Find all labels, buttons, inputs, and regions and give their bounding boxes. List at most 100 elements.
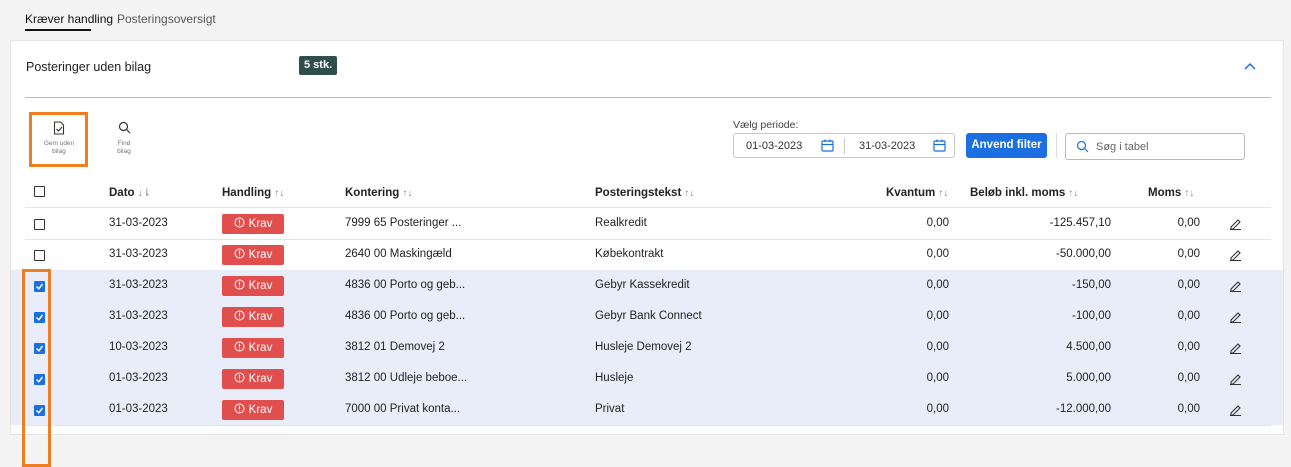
apply-filter-button[interactable]: Anvend filter bbox=[966, 133, 1047, 158]
posteringer-card: Posteringer uden bilag 5 stk. Gem uden b… bbox=[10, 40, 1284, 467]
header-divider bbox=[25, 97, 1271, 98]
search-icon bbox=[118, 121, 130, 134]
column-header-dato[interactable]: Dato ↓⇂ bbox=[109, 187, 151, 199]
cell-kvantum: 0,00 bbox=[926, 341, 949, 353]
table-row[interactable]: 31-03-2023 Krav 7999 65 Posteringer ... Rea… bbox=[11, 208, 1283, 239]
tab-kraever-handling[interactable]: Kræver handling bbox=[25, 12, 113, 26]
date-to-input[interactable]: 31-03-2023 bbox=[859, 140, 915, 152]
alert-circle-icon bbox=[234, 372, 245, 383]
column-header-posteringstekst[interactable]: Posteringstekst ↑↓ bbox=[595, 187, 694, 199]
column-header-kvantum[interactable]: Kvantum ↑↓ bbox=[886, 187, 948, 199]
edit-icon[interactable] bbox=[1229, 341, 1242, 354]
date-range-picker: 01-03-2023 31-03-2023 bbox=[733, 133, 955, 158]
cell-dato: 01-03-2023 bbox=[109, 372, 168, 384]
badge-label: Krav bbox=[248, 342, 273, 354]
chevron-up-icon bbox=[1244, 62, 1256, 70]
cell-dato: 31-03-2023 bbox=[109, 217, 168, 229]
badge-label: Krav bbox=[248, 404, 273, 416]
calendar-icon[interactable] bbox=[821, 139, 834, 152]
cell-dato: 01-03-2023 bbox=[109, 403, 168, 415]
table-row[interactable]: 01-03-2023 Krav 7000 00 Privat konta... Pri… bbox=[11, 394, 1283, 425]
cell-moms: 0,00 bbox=[1177, 217, 1200, 229]
table-row[interactable]: 01-03-2023 Krav 3812 00 Udleje beboe... Hus… bbox=[11, 363, 1283, 394]
cell-posteringstekst: Gebyr Kassekredit bbox=[595, 279, 690, 291]
status-badge[interactable]: Krav bbox=[222, 276, 284, 296]
tool-label: bilag bbox=[117, 148, 131, 155]
date-from-input[interactable]: 01-03-2023 bbox=[746, 140, 802, 152]
edit-icon[interactable] bbox=[1229, 403, 1242, 416]
cell-beloeb: -50.000,00 bbox=[1056, 248, 1111, 260]
table-search-input[interactable]: Søg i tabel bbox=[1065, 133, 1245, 160]
column-header-handling[interactable]: Handling ↑↓ bbox=[222, 187, 284, 199]
alert-circle-icon bbox=[234, 217, 245, 228]
cell-kvantum: 0,00 bbox=[926, 279, 949, 291]
badge-label: Krav bbox=[248, 249, 273, 261]
edit-icon[interactable] bbox=[1229, 217, 1242, 230]
period-label: Vælg periode: bbox=[733, 119, 799, 131]
status-badge[interactable]: Krav bbox=[222, 400, 284, 420]
cell-kontering: 4836 00 Porto og geb... bbox=[345, 279, 466, 291]
find-attachment-button[interactable]: Find bilag bbox=[94, 121, 154, 156]
cell-kvantum: 0,00 bbox=[926, 248, 949, 260]
status-badge[interactable]: Krav bbox=[222, 307, 284, 327]
edit-icon[interactable] bbox=[1229, 372, 1242, 385]
status-badge[interactable]: Krav bbox=[222, 214, 284, 234]
tool-label: Gem uden bbox=[43, 140, 75, 147]
select-all-checkbox[interactable] bbox=[34, 186, 45, 197]
cell-kvantum: 0,00 bbox=[926, 403, 949, 415]
search-icon bbox=[1076, 140, 1089, 153]
column-header-beloeb[interactable]: Beløb inkl. moms ↑↓ bbox=[970, 187, 1078, 199]
column-header-moms[interactable]: Moms ↑↓ bbox=[1148, 187, 1194, 199]
alert-circle-icon bbox=[234, 341, 245, 352]
cell-kontering: 2640 00 Maskingæld bbox=[345, 248, 452, 260]
alert-circle-icon bbox=[234, 248, 245, 259]
cell-beloeb: -100,00 bbox=[1071, 310, 1111, 322]
checkbox-selection-highlight bbox=[22, 269, 51, 467]
table-row[interactable]: 31-03-2023 Krav 2640 00 Maskingæld Købekont… bbox=[11, 239, 1283, 270]
file-check-icon bbox=[53, 121, 65, 135]
edit-icon[interactable] bbox=[1229, 248, 1242, 261]
card-title: Posteringer uden bilag bbox=[26, 60, 152, 74]
row-border bbox=[25, 425, 1271, 426]
column-header-kontering[interactable]: Kontering ↑↓ bbox=[345, 187, 412, 199]
badge-label: Krav bbox=[248, 280, 273, 292]
cell-moms: 0,00 bbox=[1177, 341, 1200, 353]
table-row[interactable]: 31-03-2023 Krav 4836 00 Porto og geb... Geb… bbox=[11, 270, 1283, 301]
edit-icon[interactable] bbox=[1229, 310, 1242, 323]
collapse-button[interactable] bbox=[1239, 56, 1261, 76]
search-placeholder: Søg i tabel bbox=[1096, 141, 1149, 153]
cell-kontering: 3812 00 Udleje beboe... bbox=[345, 372, 468, 384]
active-tab-indicator bbox=[25, 29, 91, 31]
status-badge[interactable]: Krav bbox=[222, 245, 284, 265]
table-row[interactable]: 10-03-2023 Krav 3812 01 Demovej 2 Husleje D… bbox=[11, 332, 1283, 363]
status-badge[interactable]: Krav bbox=[222, 338, 284, 358]
badge-label: Krav bbox=[248, 373, 273, 385]
save-without-attachment-button[interactable]: Gem uden bilag bbox=[29, 121, 89, 156]
cell-posteringstekst: Husleje Demovej 2 bbox=[595, 341, 692, 353]
cell-kontering: 7999 65 Posteringer ... bbox=[345, 217, 462, 229]
cell-posteringstekst: Privat bbox=[595, 403, 625, 415]
cell-posteringstekst: Husleje bbox=[595, 372, 634, 384]
row-checkbox[interactable] bbox=[34, 250, 45, 261]
tab-posteringsoversigt[interactable]: Posteringsoversigt bbox=[117, 12, 216, 26]
cell-kvantum: 0,00 bbox=[926, 310, 949, 322]
calendar-icon[interactable] bbox=[933, 139, 946, 152]
cell-kvantum: 0,00 bbox=[926, 217, 949, 229]
alert-circle-icon bbox=[234, 310, 245, 321]
status-badge[interactable]: Krav bbox=[222, 369, 284, 389]
alert-circle-icon bbox=[234, 279, 245, 290]
cell-beloeb: -125.457,10 bbox=[1049, 217, 1111, 229]
table-row[interactable]: 31-03-2023 Krav 4836 00 Porto og geb... Geb… bbox=[11, 301, 1283, 332]
badge-label: Krav bbox=[248, 311, 273, 323]
cell-kontering: 4836 00 Porto og geb... bbox=[345, 310, 466, 322]
cell-posteringstekst: Realkredit bbox=[595, 217, 647, 229]
cell-moms: 0,00 bbox=[1177, 310, 1200, 322]
cell-dato: 31-03-2023 bbox=[109, 279, 168, 291]
cell-beloeb: -12.000,00 bbox=[1056, 403, 1111, 415]
cell-beloeb: 5.000,00 bbox=[1066, 372, 1111, 384]
cell-dato: 31-03-2023 bbox=[109, 310, 168, 322]
row-checkbox[interactable] bbox=[34, 219, 45, 230]
cell-moms: 0,00 bbox=[1177, 403, 1200, 415]
count-badge: 5 stk. bbox=[299, 56, 338, 75]
edit-icon[interactable] bbox=[1229, 279, 1242, 292]
